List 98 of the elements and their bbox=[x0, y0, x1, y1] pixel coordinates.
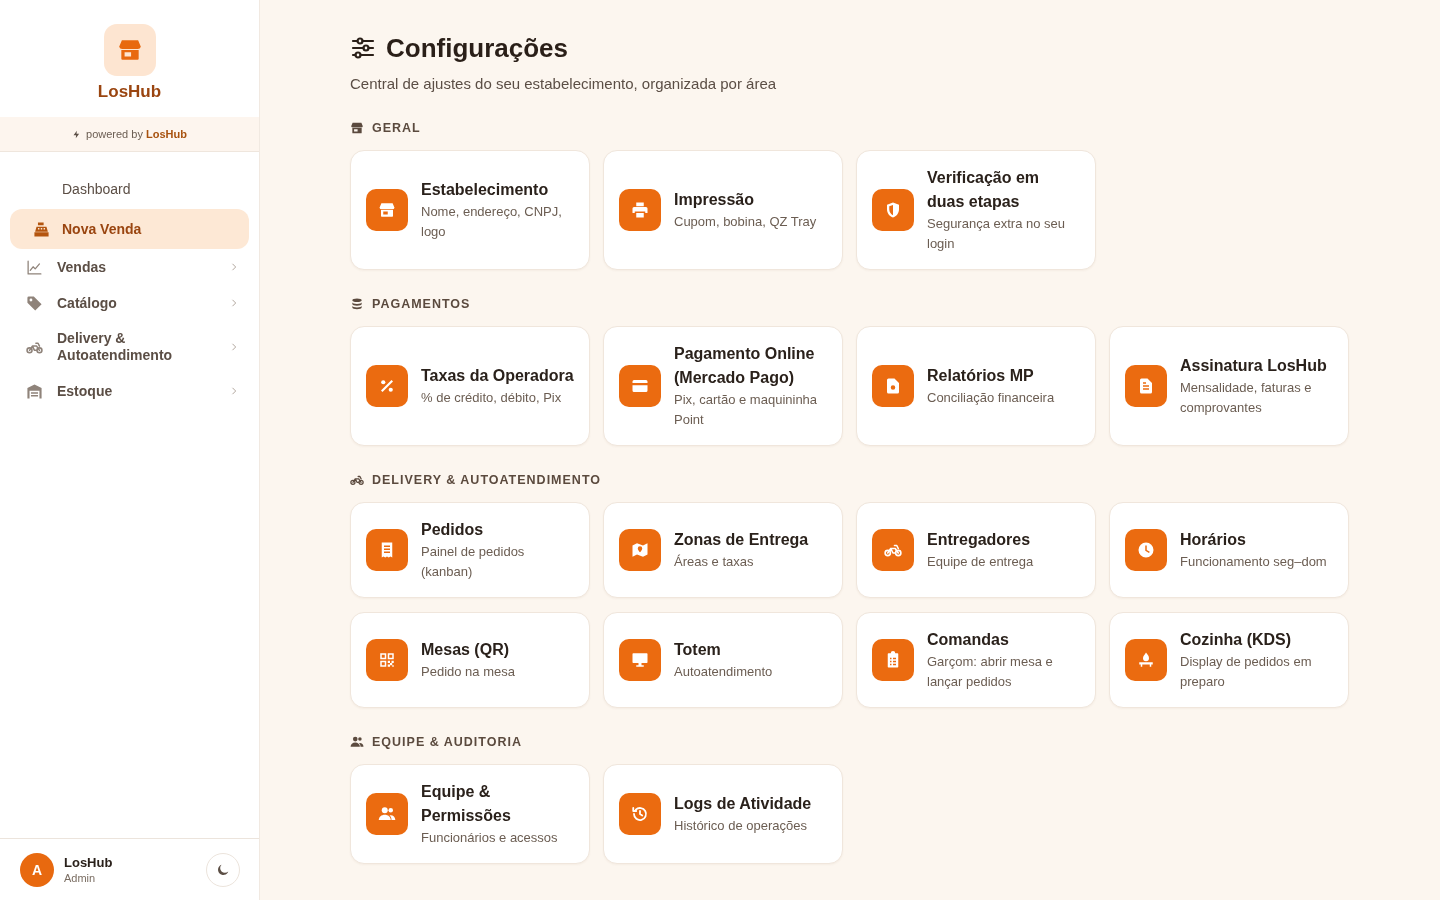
settings-card[interactable]: Cozinha (KDS) Display de pedidos em preparo bbox=[1109, 612, 1349, 708]
settings-card[interactable]: Totem Autoatendimento bbox=[603, 612, 843, 708]
card-description: Segurança extra no seu login bbox=[927, 215, 1067, 253]
qr-code-icon bbox=[366, 639, 408, 681]
history-icon bbox=[619, 793, 661, 835]
card-description: Autoatendimento bbox=[674, 663, 773, 681]
card-description: Histórico de operações bbox=[674, 817, 808, 835]
motorcycle-icon bbox=[872, 529, 914, 571]
printer-icon bbox=[619, 189, 661, 231]
document-lines-icon bbox=[1125, 365, 1167, 407]
card-description: % de crédito, débito, Pix bbox=[421, 389, 563, 407]
theme-toggle-button[interactable] bbox=[206, 852, 240, 887]
card-description: Nome, endereço, CNPJ, logo bbox=[421, 203, 563, 241]
card-description: Equipe de entrega bbox=[927, 553, 1034, 571]
settings-card[interactable]: Estabelecimento Nome, endereço, CNPJ, logo bbox=[350, 150, 590, 270]
settings-card[interactable]: Pedidos Painel de pedidos (kanban) bbox=[350, 502, 590, 598]
settings-card[interactable]: Assinatura LosHub Mensalidade, faturas e comprovantes bbox=[1109, 326, 1349, 446]
card-title: Zonas de Entrega bbox=[674, 530, 809, 550]
percent-icon bbox=[366, 365, 408, 407]
card-title: Verificação em duas etapas bbox=[927, 168, 1041, 212]
user-role: Admin bbox=[64, 870, 97, 885]
card-description: Áreas e taxas bbox=[674, 553, 755, 571]
sidebar-item[interactable]: Estoque bbox=[0, 373, 259, 409]
card-description: Pix, cartão e maquininha Point bbox=[674, 391, 819, 429]
map-icon bbox=[619, 529, 661, 571]
clock-icon bbox=[1125, 529, 1167, 571]
cash-register-icon bbox=[33, 220, 50, 238]
sidebar-item[interactable]: Vendas bbox=[0, 249, 259, 285]
settings-card[interactable]: Pagamento Online (Mercado Pago) Pix, cartão e maquininha Point bbox=[603, 326, 843, 446]
card-title: Totem bbox=[674, 640, 722, 660]
users-icon bbox=[366, 793, 408, 835]
shield-icon bbox=[872, 189, 914, 231]
flame-stove-icon bbox=[1125, 639, 1167, 681]
card-description: Funcionamento seg–dom bbox=[1180, 553, 1327, 571]
coins-icon bbox=[350, 297, 364, 311]
card-title: Impressão bbox=[674, 190, 756, 210]
settings-card[interactable]: Zonas de Entrega Áreas e taxas bbox=[603, 502, 843, 598]
brand-name: LosHub bbox=[97, 82, 162, 102]
settings-card[interactable]: Logs de Atividade Histórico de operações bbox=[603, 764, 843, 864]
card-description: Garçom: abrir mesa e lançar pedidos bbox=[927, 653, 1054, 691]
user-name: LosHub bbox=[64, 854, 113, 871]
user-avatar: A bbox=[20, 852, 54, 887]
section-title: PAGAMENTOS bbox=[372, 296, 471, 312]
settings-card[interactable]: Comandas Garçom: abrir mesa e lançar pedidos bbox=[856, 612, 1096, 708]
card-title: Horários bbox=[1180, 530, 1247, 550]
card-title: Pedidos bbox=[421, 520, 485, 540]
settings-card[interactable]: Verificação em duas etapas Segurança extra no seu login bbox=[856, 150, 1096, 270]
card-description: Mensalidade, faturas e comprovantes bbox=[1180, 379, 1313, 417]
section-title: DELIVERY & AUTOATENDIMENTO bbox=[372, 472, 602, 488]
store-icon bbox=[350, 121, 364, 135]
warehouse-icon bbox=[26, 382, 43, 400]
card-description: Cupom, bobina, QZ Tray bbox=[674, 213, 817, 231]
card-title: Pagamento Online (Mercado Pago) bbox=[674, 344, 816, 388]
clipboard-icon bbox=[872, 639, 914, 681]
card-title: Relatórios MP bbox=[927, 366, 1035, 386]
settings-card[interactable]: Impressão Cupom, bobina, QZ Tray bbox=[603, 150, 843, 270]
page-title: Configurações bbox=[386, 32, 569, 64]
settings-card[interactable]: Mesas (QR) Pedido na mesa bbox=[350, 612, 590, 708]
moon-icon bbox=[216, 862, 230, 877]
lightning-icon bbox=[72, 128, 82, 140]
powered-by-text: powered by LosHub bbox=[86, 128, 187, 140]
line-chart-icon bbox=[26, 258, 43, 276]
card-title: Comandas bbox=[927, 630, 1010, 650]
card-description: Display de pedidos em preparo bbox=[1180, 653, 1313, 691]
receipt-icon bbox=[366, 529, 408, 571]
card-title: Logs de Atividade bbox=[674, 794, 812, 814]
store-icon bbox=[366, 189, 408, 231]
card-description: Funcionários e acessos bbox=[421, 829, 559, 847]
settings-card[interactable]: Equipe & Permissões Funcionários e acessos bbox=[350, 764, 590, 864]
card-title: Equipe & Permissões bbox=[421, 782, 512, 826]
credit-card-icon bbox=[619, 365, 661, 407]
page-subtitle: Central de ajustes do seu estabelecimento, organizada por área bbox=[350, 74, 778, 94]
tag-icon bbox=[26, 294, 43, 312]
settings-card[interactable]: Horários Funcionamento seg–dom bbox=[1109, 502, 1349, 598]
sidebar-item[interactable]: Catálogo bbox=[0, 285, 259, 321]
sidebar-item[interactable]: Dashboard bbox=[10, 169, 249, 209]
sidebar-item[interactable]: Nova Venda bbox=[10, 209, 249, 249]
section-title: GERAL bbox=[372, 120, 421, 136]
store-icon bbox=[103, 24, 156, 76]
card-description: Painel de pedidos (kanban) bbox=[421, 543, 526, 581]
settings-card[interactable]: Entregadores Equipe de entrega bbox=[856, 502, 1096, 598]
card-title: Taxas da Operadora bbox=[421, 366, 574, 386]
document-coin-icon bbox=[872, 365, 914, 407]
card-title: Assinatura LosHub bbox=[1180, 356, 1328, 376]
section-title: EQUIPE & AUDITORIA bbox=[372, 734, 522, 750]
settings-card[interactable]: Relatórios MP Conciliação financeira bbox=[856, 326, 1096, 446]
card-title: Cozinha (KDS) bbox=[1180, 630, 1293, 650]
card-description: Conciliação financeira bbox=[927, 389, 1055, 407]
card-title: Estabelecimento bbox=[421, 180, 550, 200]
monitor-icon bbox=[619, 639, 661, 681]
card-description: Pedido na mesa bbox=[421, 663, 515, 681]
card-title: Entregadores bbox=[927, 530, 1032, 550]
settings-card[interactable]: Taxas da Operadora % de crédito, débito, Pix bbox=[350, 326, 590, 446]
sidebar-item[interactable]: Delivery & Autoatendimento bbox=[0, 321, 259, 373]
motorcycle-icon bbox=[350, 473, 364, 487]
card-title: Mesas (QR) bbox=[421, 640, 511, 660]
users-icon bbox=[350, 735, 364, 749]
sliders-icon bbox=[350, 36, 376, 60]
